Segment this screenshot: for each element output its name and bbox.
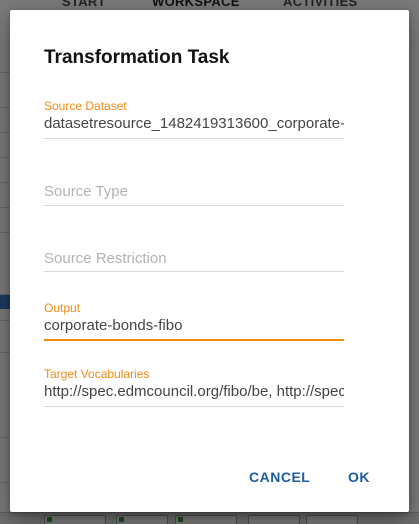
source-dataset-value[interactable]: datasetresource_1482419313600_corporate-… (44, 114, 344, 134)
dialog-title: Transformation Task (44, 47, 230, 68)
source-restriction-placeholder[interactable]: Source Restriction (44, 249, 344, 269)
output-input[interactable]: corporate-bonds-fibo (44, 316, 344, 336)
target-vocabularies-underline (44, 406, 344, 407)
source-dataset-underline (44, 138, 344, 139)
output-field[interactable]: Output corporate-bonds-fibo (44, 300, 344, 345)
source-dataset-field[interactable]: Source Dataset datasetresource_148241931… (44, 98, 344, 143)
source-restriction-underline (44, 271, 344, 272)
dialog-actions: CANCEL OK (10, 468, 409, 488)
cancel-button[interactable]: CANCEL (245, 468, 314, 486)
source-type-field[interactable]: Source Type (44, 180, 344, 210)
source-type-underline (44, 205, 344, 206)
target-vocabularies-label: Target Vocabularies (44, 367, 150, 381)
transformation-task-dialog: Transformation Task Source Dataset datas… (10, 10, 409, 512)
target-vocabularies-value[interactable]: http://spec.edmcouncil.org/fibo/be, http… (44, 382, 344, 402)
target-vocabularies-field[interactable]: Target Vocabularies http://spec.edmcounc… (44, 366, 344, 411)
output-label: Output (44, 301, 81, 315)
source-restriction-field[interactable]: Source Restriction (44, 248, 344, 278)
source-dataset-label: Source Dataset (44, 99, 127, 113)
output-underline-active (44, 339, 344, 341)
ok-button[interactable]: OK (344, 468, 374, 486)
source-type-placeholder[interactable]: Source Type (44, 182, 344, 202)
